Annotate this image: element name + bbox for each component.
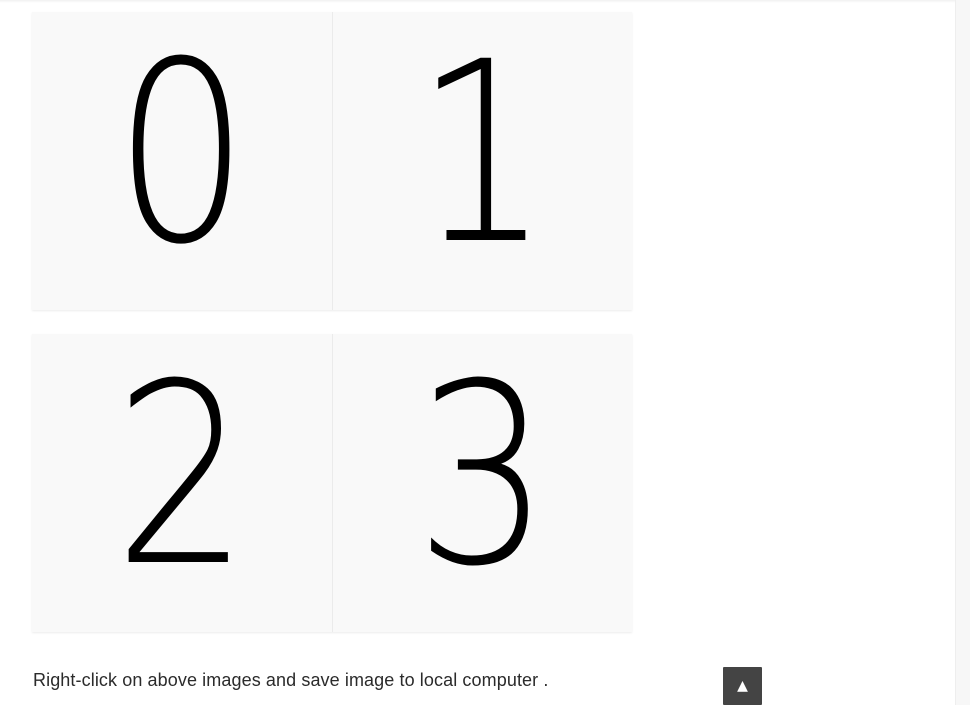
scroll-to-top-button[interactable]: ▲ xyxy=(723,667,762,705)
digit-image-2[interactable]: 2 xyxy=(32,334,332,632)
header-shadow xyxy=(0,0,956,3)
digit-label: 3 xyxy=(414,334,551,621)
save-instructions: Right-click on above images and save ima… xyxy=(33,670,549,690)
page-scrollbar[interactable] xyxy=(955,0,970,705)
digit-label: 0 xyxy=(114,12,250,299)
digit-image-3[interactable]: 3 xyxy=(332,334,632,632)
arrow-up-icon: ▲ xyxy=(737,678,748,694)
page: 0 1 2 3 Right-click on above images and … xyxy=(0,0,970,705)
digit-image-1[interactable]: 1 xyxy=(332,12,632,310)
digit-image-0[interactable]: 0 xyxy=(32,12,332,310)
digit-label: 2 xyxy=(114,334,250,621)
image-row-1: 0 1 xyxy=(32,12,632,310)
image-row-2: 2 3 xyxy=(32,334,632,632)
digit-label: 1 xyxy=(414,12,551,299)
